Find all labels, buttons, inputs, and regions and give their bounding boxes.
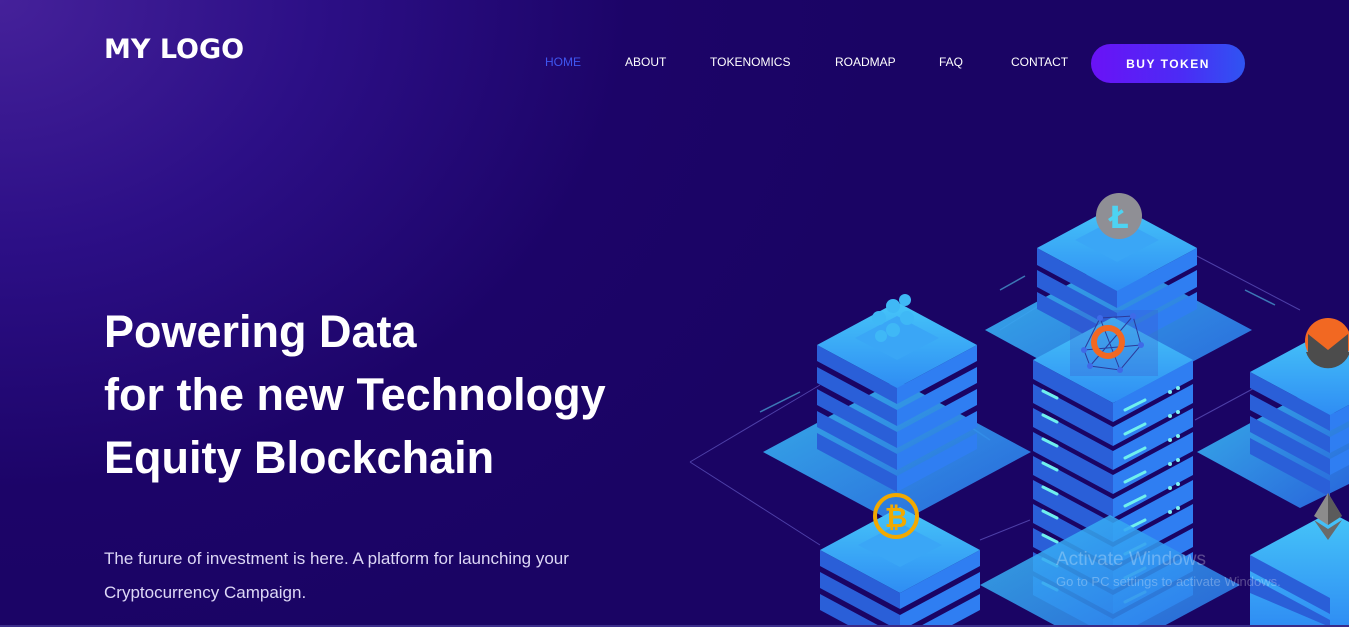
nav-faq[interactable]: FAQ <box>939 55 963 69</box>
nav-home[interactable]: HOME <box>545 55 581 69</box>
hero-title-line: Equity Blockchain <box>104 432 495 483</box>
nav-about[interactable]: ABOUT <box>625 55 666 69</box>
svg-text:₿: ₿ <box>885 501 908 534</box>
nav-roadmap[interactable]: ROADMAP <box>835 55 896 69</box>
network-hub-icon <box>1070 310 1158 376</box>
buy-token-button[interactable]: BUY TOKEN <box>1091 44 1245 83</box>
monero-icon <box>1305 318 1349 369</box>
watermark-title: Activate Windows <box>1056 549 1206 570</box>
hero-title-line: Powering Data <box>104 306 417 357</box>
svg-text:Ł: Ł <box>1107 201 1128 236</box>
nav-contact[interactable]: CONTACT <box>1011 55 1068 69</box>
windows-activation-watermark: Activate Windows Go to PC settings to ac… <box>1056 548 1281 591</box>
hero-subtitle-line: The furure of investment is here. A plat… <box>104 549 569 568</box>
litecoin-icon: Ł <box>1096 193 1142 239</box>
hero-title: Powering Data for the new Technology Equ… <box>104 300 606 489</box>
hero-subtitle-line: Cryptocurrency Campaign. <box>104 583 307 602</box>
hero-title-line: for the new Technology <box>104 369 606 420</box>
watermark-subtitle: Go to PC settings to activate Windows. <box>1056 574 1281 589</box>
nav-tokenomics[interactable]: TOKENOMICS <box>710 55 790 69</box>
hero-subtitle: The furure of investment is here. A plat… <box>104 542 664 610</box>
